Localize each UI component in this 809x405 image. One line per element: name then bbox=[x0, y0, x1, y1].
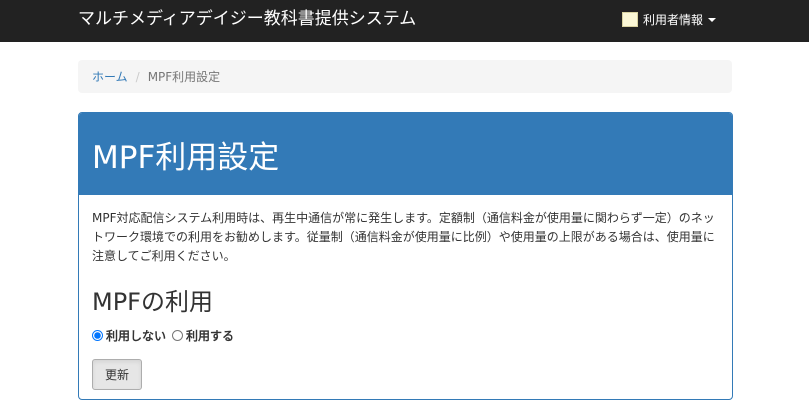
brand-title[interactable]: マルチメディアデイジー教科書提供システム bbox=[78, 0, 416, 38]
settings-panel: MPF利用設定 MPF対応配信システム利用時は、再生中通信が常に発生します。定額… bbox=[78, 112, 733, 400]
breadcrumb-home-link[interactable]: ホーム bbox=[92, 68, 128, 85]
user-menu-label: 利用者情報 bbox=[643, 12, 704, 27]
breadcrumb-separator: / bbox=[135, 69, 140, 84]
radio-option-disable[interactable]: 利用しない bbox=[92, 327, 166, 344]
description-text: MPF対応配信システム利用時は、再生中通信が常に発生します。定額制（通信料金が使… bbox=[92, 211, 715, 263]
section-title: MPFの利用 bbox=[92, 288, 213, 316]
breadcrumb: ホーム / MPF利用設定 bbox=[78, 60, 732, 93]
update-button[interactable]: 更新 bbox=[92, 359, 142, 390]
panel-body: MPF対応配信システム利用時は、再生中通信が常に発生します。定額制（通信料金が使… bbox=[79, 195, 732, 390]
mpf-radio-group: 利用しない 利用する bbox=[92, 327, 719, 344]
breadcrumb-current: MPF利用設定 bbox=[147, 70, 221, 84]
page-title: MPF利用設定 bbox=[92, 139, 280, 176]
radio-enable-label: 利用する bbox=[186, 329, 235, 343]
radio-enable[interactable] bbox=[172, 330, 184, 341]
radio-disable[interactable] bbox=[92, 330, 103, 341]
caret-down-icon bbox=[708, 18, 717, 22]
panel-heading: MPF利用設定 bbox=[79, 113, 732, 195]
user-icon bbox=[622, 11, 638, 27]
radio-option-enable[interactable]: 利用する bbox=[172, 327, 234, 344]
radio-disable-label: 利用しない bbox=[106, 329, 167, 343]
navbar: マルチメディアデイジー教科書提供システム 利用者情報 bbox=[0, 0, 809, 42]
user-menu-toggle[interactable]: 利用者情報 bbox=[622, 0, 717, 38]
